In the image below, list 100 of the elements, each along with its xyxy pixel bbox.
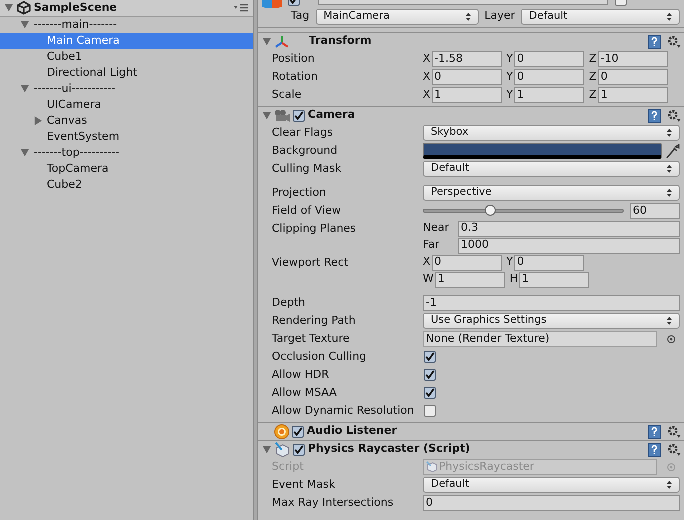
dropdown-arrows-icon [667, 189, 672, 197]
component-header[interactable]: Audio Listener [258, 422, 684, 440]
property-label: Depth [272, 295, 307, 311]
input-field[interactable]: 1 [432, 87, 502, 103]
axis-label: X [423, 254, 431, 270]
axis-label: Z [589, 68, 597, 85]
property-label: Script [272, 459, 305, 475]
slider-thumb[interactable] [484, 205, 496, 216]
axis-label: X [423, 50, 431, 67]
component-header[interactable]: Transform [258, 32, 684, 50]
settings-icon [667, 35, 681, 48]
axis-label: Z [589, 86, 597, 103]
hierarchy-item[interactable]: Canvas [0, 113, 253, 129]
input-field[interactable]: -10 [598, 51, 668, 67]
dropdown[interactable]: Default [423, 161, 680, 177]
axis-label: H [510, 271, 518, 288]
input-field[interactable]: 1000 [458, 238, 680, 254]
input-field[interactable]: 1 [514, 87, 584, 103]
dropdown[interactable]: Default [423, 477, 680, 493]
color-swatch[interactable] [423, 143, 662, 159]
property-label: Allow Dynamic Resolution [272, 403, 416, 419]
hierarchy-item[interactable]: TopCamera [0, 161, 253, 177]
dropdown-arrows-icon [667, 481, 672, 489]
component-header[interactable]: Camera [258, 106, 684, 124]
object-picker-icon [667, 462, 676, 472]
checkbox[interactable] [292, 426, 304, 438]
property-label: Rotation [272, 69, 320, 85]
property-label: Allow MSAA [272, 385, 338, 401]
tag-label: Tag [291, 8, 310, 24]
property-label: Max Ray Intersections [272, 495, 395, 511]
input-field[interactable]: 0 [514, 69, 584, 85]
hierarchy-item[interactable]: UICamera [0, 97, 253, 113]
help-book-icon [648, 34, 661, 48]
checkbox[interactable] [293, 444, 305, 456]
checkbox[interactable] [424, 351, 436, 363]
checkbox[interactable] [424, 405, 436, 417]
object-picker-icon [667, 334, 676, 344]
axis-label: X [423, 86, 431, 103]
speaker-icon [274, 424, 290, 440]
hierarchy-item[interactable]: Main Camera [0, 33, 253, 49]
input-field[interactable]: -1 [423, 295, 680, 311]
help-book-icon [648, 424, 661, 438]
input-field[interactable]: 0 [432, 254, 502, 270]
dropdown-arrows-icon [667, 12, 672, 20]
help-book-icon [648, 442, 661, 456]
dropdown[interactable]: Skybox [423, 125, 680, 141]
input-field[interactable]: 0 [598, 69, 668, 85]
dropdown-arrows-icon [667, 317, 672, 325]
axis-label: Y [506, 68, 514, 85]
property-label: Field of View [272, 203, 342, 219]
hierarchy-item[interactable]: -------ui----------- [0, 81, 253, 97]
help-book-icon [648, 108, 661, 122]
settings-icon [667, 443, 681, 456]
input-field[interactable]: 60 [630, 203, 680, 219]
cube-pointer-icon [274, 442, 291, 458]
property-label: Occlusion Culling [272, 349, 368, 365]
input-field[interactable]: 1 [434, 272, 505, 288]
collapsed-arrow-icon [34, 116, 43, 126]
checkbox[interactable] [424, 387, 436, 399]
input-field[interactable]: 0.3 [458, 220, 680, 236]
dropdown[interactable]: Default [521, 8, 680, 24]
layer-label: Layer [484, 8, 516, 24]
settings-icon [667, 425, 681, 438]
hierarchy-item[interactable]: -------top---------- [0, 145, 253, 161]
scene-title: SampleScene [34, 0, 118, 16]
input-field[interactable]: -1.58 [432, 51, 502, 67]
input-field[interactable]: 0 [514, 254, 584, 270]
hierarchy-item[interactable]: Cube1 [0, 49, 253, 65]
input-field[interactable]: 0 [432, 69, 502, 85]
object-field[interactable]: None (Render Texture) [423, 331, 657, 347]
checkbox[interactable] [424, 369, 436, 381]
property-label: Background [272, 143, 339, 159]
dropdown-arrows-icon [667, 165, 672, 173]
input-field[interactable]: 0 [514, 51, 584, 67]
axis-label: Z [589, 50, 597, 67]
property-label: Rendering Path [272, 313, 357, 329]
dropdown[interactable]: MainCamera [316, 8, 479, 24]
property-label: Event Mask [272, 477, 336, 493]
dropdown[interactable]: Perspective [423, 185, 680, 201]
property-label: Clear Flags [272, 125, 334, 141]
hierarchy-item[interactable]: EventSystem [0, 129, 253, 145]
axis-label: W [423, 271, 434, 288]
menu-icon [234, 4, 248, 12]
input-field[interactable]: 1 [598, 87, 668, 103]
checkbox[interactable] [293, 110, 305, 122]
hierarchy-item[interactable]: Directional Light [0, 65, 253, 81]
dropdown[interactable]: Use Graphics Settings [423, 313, 680, 329]
property-label: Position [272, 51, 316, 67]
dropdown-arrows-icon [667, 129, 672, 137]
hierarchy-item[interactable]: Cube2 [0, 177, 253, 193]
axis-label: Y [506, 254, 514, 270]
scene-logo-icon [17, 1, 31, 15]
settings-icon [667, 109, 681, 122]
input-field[interactable]: 0 [423, 495, 680, 511]
property-label: Viewport Rect [272, 255, 350, 271]
axis-label: Y [506, 50, 514, 67]
axis-label: Far [423, 237, 441, 254]
input-field[interactable]: 1 [519, 272, 590, 288]
hierarchy-item[interactable]: -------main------- [0, 17, 253, 33]
component-header[interactable]: Physics Raycaster (Script) [258, 440, 684, 458]
